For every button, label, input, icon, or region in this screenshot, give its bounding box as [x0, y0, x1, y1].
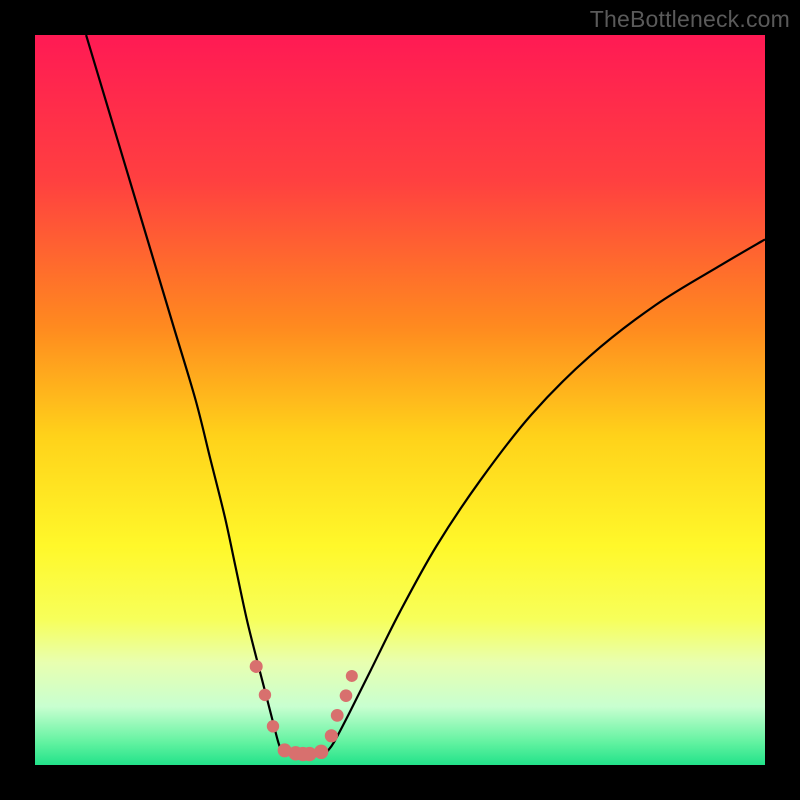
chart-svg: [0, 0, 800, 800]
marker-dot: [331, 709, 344, 722]
marker-dot: [250, 660, 263, 673]
marker-dot: [340, 689, 353, 702]
plot-background: [35, 35, 765, 765]
marker-dot: [267, 720, 279, 732]
marker-dot: [314, 745, 328, 759]
chart-frame: TheBottleneck.com: [0, 0, 800, 800]
marker-dot: [346, 670, 358, 682]
marker-dot: [325, 729, 338, 742]
marker-dot: [259, 689, 271, 701]
